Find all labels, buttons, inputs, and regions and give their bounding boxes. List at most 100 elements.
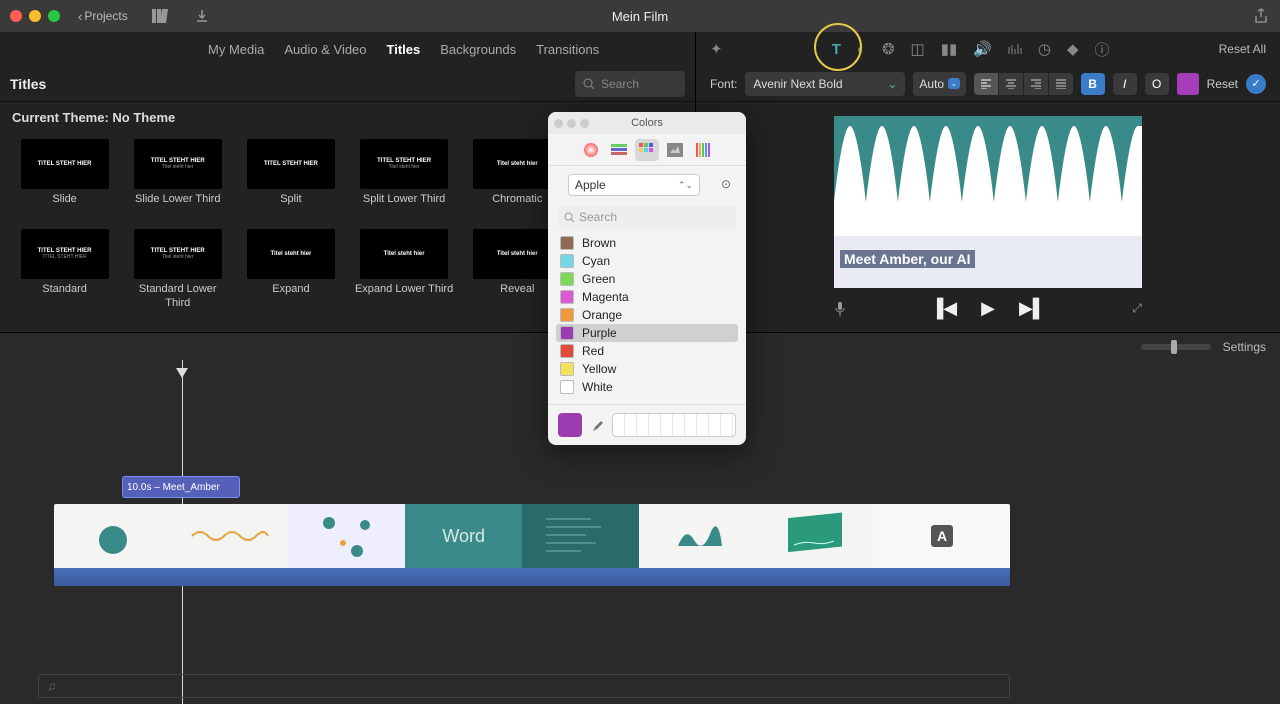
info-icon[interactable]: ⓘ [1095, 39, 1110, 60]
bold-button[interactable]: B [1081, 73, 1105, 95]
text-color-swatch[interactable] [1177, 73, 1199, 95]
mic-icon[interactable] [834, 301, 846, 317]
color-item[interactable]: Green [556, 270, 738, 288]
color-item[interactable]: Yellow [556, 360, 738, 378]
italic-button[interactable]: I [1113, 73, 1137, 95]
size-select[interactable]: Auto ⌄ [913, 72, 965, 96]
magic-icon[interactable]: ✦ [710, 40, 723, 58]
align-left[interactable] [974, 73, 998, 95]
current-color-well[interactable] [558, 413, 582, 437]
close-window[interactable] [10, 10, 22, 22]
font-label: Font: [710, 77, 737, 91]
color-pencils-tab[interactable] [691, 139, 715, 161]
browser-search[interactable]: Search [575, 71, 685, 97]
music-track[interactable]: ♫ [38, 674, 1010, 698]
color-image-tab[interactable] [663, 139, 687, 161]
fullscreen-window[interactable] [48, 10, 60, 22]
updown-icon: ⌃⌄ [678, 180, 693, 191]
color-name: Cyan [582, 254, 610, 268]
color-name: White [582, 380, 613, 394]
title-tile[interactable]: TITEL STEHT HIERTitel steht hierSplit Lo… [352, 139, 457, 219]
color-wheel-icon[interactable]: ❂ [882, 40, 895, 58]
back-to-projects[interactable]: ‹ Projects [78, 9, 128, 24]
title-tile[interactable]: TITEL STEHT HIERSplit [238, 139, 343, 219]
color-item[interactable]: Cyan [556, 252, 738, 270]
title-clip[interactable]: 10.0s – Meet_Amber [122, 476, 240, 498]
prev-frame-button[interactable]: ▐◀ [930, 298, 957, 319]
import-icon[interactable] [192, 6, 212, 26]
window-title: Mein Film [612, 9, 668, 24]
title-tile[interactable]: TITEL STEHT HIERTitel steht hierStandard… [125, 229, 230, 309]
palette-select[interactable]: Apple ⌃⌄ [568, 174, 700, 196]
text-tool-icon[interactable]: T [832, 41, 841, 58]
audio-track[interactable] [54, 568, 1010, 586]
palette-options-icon[interactable]: ⊙ [716, 177, 736, 191]
tab-audio-video[interactable]: Audio & Video [276, 38, 374, 61]
title-tile[interactable]: TITEL STEHT HIERTitel steht hierSlide Lo… [125, 139, 230, 219]
outline-button[interactable]: O [1145, 73, 1169, 95]
color-palettes-tab[interactable] [635, 139, 659, 161]
color-item[interactable]: Orange [556, 306, 738, 324]
noise-icon[interactable] [1008, 43, 1022, 55]
align-justify[interactable] [1049, 73, 1073, 95]
tab-my-media[interactable]: My Media [200, 38, 272, 61]
align-right[interactable] [1024, 73, 1048, 95]
preview-controls: ▐◀ ▶ ▶▌ ⤢ [834, 298, 1142, 319]
zoom-slider[interactable] [1141, 344, 1211, 350]
play-button[interactable]: ▶ [981, 298, 995, 319]
eyedropper-icon[interactable] [590, 418, 604, 432]
music-icon: ♫ [47, 679, 56, 693]
color-swatch [560, 236, 574, 250]
popup-close[interactable] [554, 119, 563, 128]
tile-thumb: TITEL STEHT HIERTitel steht hier [134, 229, 222, 279]
crop-icon[interactable]: ◫ [911, 40, 925, 58]
align-center[interactable] [999, 73, 1023, 95]
color-swatch [560, 290, 574, 304]
font-select[interactable]: Avenir Next Bold ⌄ [745, 72, 905, 96]
search-placeholder: Search [601, 77, 639, 91]
window-controls [10, 10, 60, 22]
tab-titles[interactable]: Titles [379, 38, 429, 61]
tab-backgrounds[interactable]: Backgrounds [432, 38, 524, 61]
color-item[interactable]: Brown [556, 234, 738, 252]
color-item[interactable]: Purple [556, 324, 738, 342]
minimize-window[interactable] [29, 10, 41, 22]
stabilize-icon[interactable]: ▮▮ [941, 40, 958, 58]
browser-tabs: My Media Audio & Video Titles Background… [0, 32, 695, 66]
color-item[interactable]: Magenta [556, 288, 738, 306]
title-tile[interactable]: TITEL STEHT HIERSlide [12, 139, 117, 219]
color-swatch [560, 308, 574, 322]
tab-transitions[interactable]: Transitions [528, 38, 607, 61]
color-sliders-tab[interactable] [607, 139, 631, 161]
color-item[interactable]: White [556, 378, 738, 396]
volume-icon[interactable]: 🔊 [973, 40, 992, 58]
next-frame-button[interactable]: ▶▌ [1019, 298, 1046, 319]
apply-button[interactable]: ✓ [1246, 74, 1266, 94]
color-name: Purple [582, 326, 617, 340]
popup-min[interactable] [567, 119, 576, 128]
color-search[interactable]: Search [558, 206, 736, 228]
color-wheel-tab[interactable] [579, 139, 603, 161]
library-icon[interactable] [150, 6, 170, 26]
preview-viewer[interactable]: Meet Amber, our AI [834, 116, 1142, 288]
popup-max[interactable] [580, 119, 589, 128]
color-item[interactable]: Red [556, 342, 738, 360]
title-tile[interactable]: Titel steht hierExpand Lower Third [352, 229, 457, 309]
effects-icon[interactable]: ◆ [1067, 40, 1079, 58]
tile-thumb: Titel steht hier [247, 229, 335, 279]
title-tile[interactable]: Titel steht hierExpand [238, 229, 343, 309]
expand-icon[interactable]: ⤢ [1132, 301, 1142, 316]
share-icon[interactable] [1254, 8, 1268, 24]
text-tool-row: Font: Avenir Next Bold ⌄ Auto ⌄ B I O Re… [696, 66, 1280, 102]
reset-button[interactable]: Reset [1207, 77, 1238, 91]
title-tile[interactable]: TITEL STEHT HIERTITEL STEHT HIERStandard [12, 229, 117, 309]
speed-icon[interactable]: ◷ [1038, 40, 1051, 58]
color-wells[interactable] [612, 413, 736, 437]
settings-button[interactable]: Settings [1223, 340, 1266, 354]
stepper-icon: ⌄ [948, 78, 960, 89]
color-name: Magenta [582, 290, 629, 304]
align-group [974, 73, 1073, 95]
reset-all-button[interactable]: Reset All [1219, 42, 1266, 56]
title-overlay-text[interactable]: Meet Amber, our AI [840, 250, 975, 268]
color-balance-icon[interactable]: ◐ [857, 41, 866, 58]
